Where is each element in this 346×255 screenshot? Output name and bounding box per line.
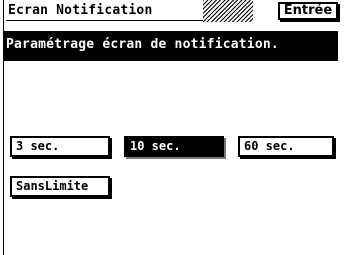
option-60-sec-button[interactable]: 60 sec.: [238, 136, 334, 157]
notification-screen: Ecran Notification Entrée Paramétrage éc…: [0, 0, 346, 255]
enter-button[interactable]: Entrée: [278, 2, 338, 20]
option-unlimited-button[interactable]: SansLimite: [10, 176, 110, 197]
title-hatch-pattern: [203, 0, 253, 22]
message-text: Paramétrage écran de notification.: [6, 37, 279, 52]
title-bar: Ecran Notification Entrée: [3, 0, 338, 22]
option-3-sec-button[interactable]: 3 sec.: [10, 136, 110, 157]
screen-title: Ecran Notification: [8, 3, 153, 18]
option-10-sec-button[interactable]: 10 sec.: [124, 136, 224, 157]
message-bar: Paramétrage écran de notification.: [3, 31, 338, 61]
title-underline: [6, 20, 204, 21]
